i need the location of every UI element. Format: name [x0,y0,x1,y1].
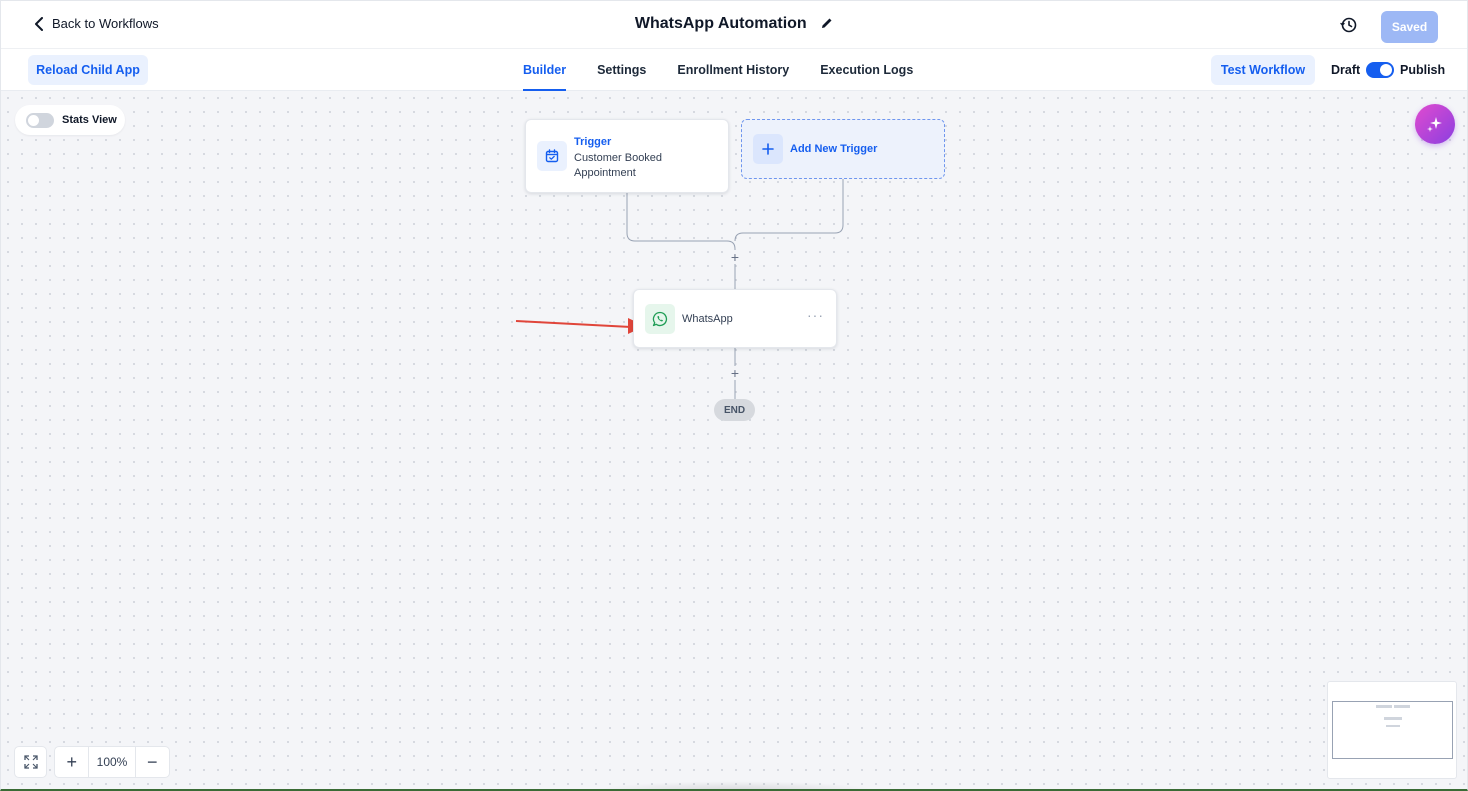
tab-enrollment-history[interactable]: Enrollment History [677,49,789,91]
workflow-title-area: WhatsApp Automation [1,15,1467,34]
trigger-node[interactable]: Trigger Customer Booked Appointment [525,119,729,193]
workflow-title: WhatsApp Automation [634,15,807,32]
stats-view-control[interactable]: Stats View [15,105,125,135]
whatsapp-action-label: WhatsApp [682,313,733,325]
whatsapp-action-node[interactable]: WhatsApp ··· [633,289,837,348]
pencil-icon[interactable] [821,16,833,34]
zoom-out-button[interactable]: − [136,747,169,777]
end-node: END [714,399,755,421]
workflow-tabs: Builder Settings Enrollment History Exec… [523,49,944,91]
minimap-viewport[interactable] [1332,701,1453,759]
app-window: Back to Workflows WhatsApp Automation Sa… [0,0,1468,791]
stats-view-toggle[interactable] [26,112,54,128]
draft-label: Draft [1331,63,1361,77]
whatsapp-icon [645,304,675,334]
history-icon[interactable] [1340,16,1358,39]
add-step-plus-2[interactable]: + [728,366,742,380]
minimap-action-block [1384,717,1402,720]
canvas-shadow [591,781,881,789]
zoom-controls: + 100% − [54,746,170,778]
saved-button[interactable]: Saved [1381,11,1438,43]
tab-execution-logs[interactable]: Execution Logs [820,49,913,91]
reload-child-app-button[interactable]: Reload Child App [28,55,148,85]
calendar-check-icon [537,141,567,171]
fit-view-button[interactable] [14,746,47,778]
test-workflow-button[interactable]: Test Workflow [1211,55,1315,85]
ai-assistant-button[interactable] [1415,104,1455,144]
flow-connectors [515,179,844,399]
minimap-add-trigger-block [1394,705,1410,708]
plus-icon [753,134,783,164]
publish-toggle[interactable] [1366,62,1394,78]
expand-icon [23,755,38,769]
minimap-end-block [1386,725,1400,727]
workflow-toolbar: Reload Child App Builder Settings Enroll… [1,49,1467,91]
top-header: Back to Workflows WhatsApp Automation Sa… [1,1,1467,49]
stats-view-label: Stats View [62,114,117,126]
add-step-plus-1[interactable]: + [728,250,742,264]
tab-settings[interactable]: Settings [597,49,646,91]
zoom-in-button[interactable]: + [55,747,88,777]
add-new-trigger-button[interactable]: Add New Trigger [741,119,945,179]
sparkle-icon [1427,117,1442,132]
minimap[interactable] [1327,681,1457,779]
trigger-title: Trigger [574,136,612,148]
node-more-menu[interactable]: ··· [807,307,824,323]
zoom-level: 100% [88,747,136,777]
trigger-description: Customer Booked Appointment [574,152,663,179]
publish-label: Publish [1400,63,1446,77]
workflow-canvas[interactable]: Stats View + Trigger Customer Booked App… [1,91,1467,789]
minimap-trigger-block [1376,705,1392,708]
add-new-trigger-label: Add New Trigger [790,143,878,155]
tab-builder[interactable]: Builder [523,49,567,91]
